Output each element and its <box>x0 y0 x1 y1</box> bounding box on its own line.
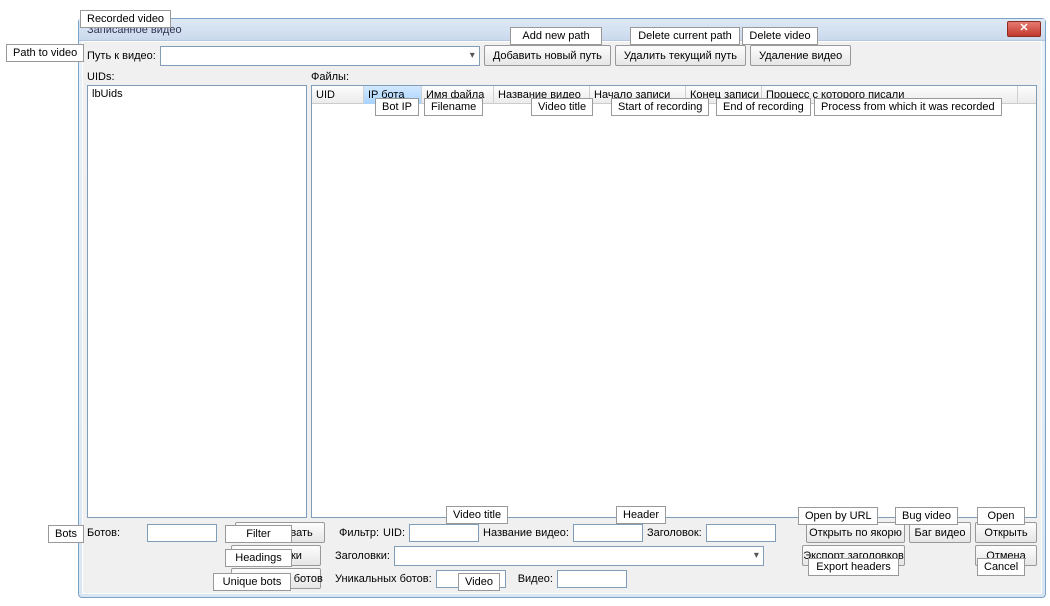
cancel-en-tip: Cancel <box>977 558 1025 576</box>
video-count-label: Видео: <box>518 573 553 585</box>
col-scroll-corner <box>1018 86 1036 104</box>
bug-video-button[interactable]: Баг видео <box>909 522 971 543</box>
bots-label-en: Bots <box>48 525 84 543</box>
open-url-en-tip: Open by URL <box>798 507 878 525</box>
headings-combo[interactable] <box>394 546 764 566</box>
vtitle-en-tip: Video title <box>531 98 593 116</box>
header-filter-field[interactable] <box>706 524 776 542</box>
vtitle-filter-label: Название видео: <box>483 527 569 539</box>
headings-label: Заголовки: <box>335 550 390 562</box>
filter-label: Фильтр: <box>339 527 379 539</box>
open-button[interactable]: Открыть <box>975 522 1037 543</box>
files-grid[interactable]: UID IP бота Имя файла Название видео Нач… <box>311 85 1037 518</box>
uids-column: UIDs: lbUids <box>87 69 307 518</box>
del-cur-en-tip: Delete current path <box>630 27 740 45</box>
add-path-en-tip: Add new path <box>510 27 602 45</box>
path-label-en: Path to video <box>6 44 84 62</box>
delete-current-path-button[interactable]: Удалить текущий путь <box>615 45 746 66</box>
header-lbl-en-tip: Header <box>616 506 666 524</box>
tab-label-en: Recorded video <box>80 10 171 28</box>
proc-en-tip: Process from which it was recorded <box>814 98 1002 116</box>
uids-label: UIDs: <box>87 69 307 85</box>
uid-filter-field[interactable] <box>409 524 479 542</box>
end-en-tip: End of recording <box>716 98 811 116</box>
close-button[interactable]: ✕ <box>1007 21 1041 37</box>
filter-en-tip: Filter <box>225 525 292 543</box>
bots-count-label: Ботов: <box>87 527 143 539</box>
unique-en-tip: Unique bots <box>213 573 291 591</box>
open-en-tip: Open <box>977 507 1025 525</box>
add-path-button[interactable]: Добавить новый путь <box>484 45 611 66</box>
open-by-url-button[interactable]: Открыть по якорю <box>806 522 905 543</box>
header-filter-label: Заголовок: <box>647 527 702 539</box>
video-en-tip: Video <box>458 573 500 591</box>
uids-item[interactable]: lbUids <box>92 88 302 100</box>
uids-listbox[interactable]: lbUids <box>87 85 307 518</box>
fname-en-tip: Filename <box>424 98 483 116</box>
files-column: Файлы: UID IP бота Имя файла Название ви… <box>311 69 1037 518</box>
unique-bots-label: Уникальных ботов: <box>335 573 432 585</box>
vtitle-filter-field[interactable] <box>573 524 643 542</box>
video-path-combo[interactable] <box>160 46 480 66</box>
headings-en-tip: Headings <box>225 549 292 567</box>
path-label: Путь к видео: <box>87 50 156 62</box>
vtitle-lbl-en-tip: Video title <box>446 506 508 524</box>
files-label: Файлы: <box>311 69 1037 85</box>
col-uid[interactable]: UID <box>312 86 364 104</box>
start-en-tip: Start of recording <box>611 98 709 116</box>
bug-en-tip: Bug video <box>895 507 958 525</box>
top-toolbar: Путь к видео: Добавить новый путь Удалит… <box>83 42 1041 69</box>
del-vid-en-tip: Delete video <box>742 27 818 45</box>
uid-filter-label: UID: <box>383 527 405 539</box>
delete-video-button[interactable]: Удаление видео <box>750 45 851 66</box>
video-count-field[interactable] <box>557 570 627 588</box>
ip-en-tip: Bot IP <box>375 98 419 116</box>
split-row: UIDs: lbUids Файлы: UID IP бота Имя файл… <box>83 69 1041 518</box>
bots-count-field[interactable] <box>147 524 217 542</box>
export-en-tip: Export headers <box>808 558 899 576</box>
